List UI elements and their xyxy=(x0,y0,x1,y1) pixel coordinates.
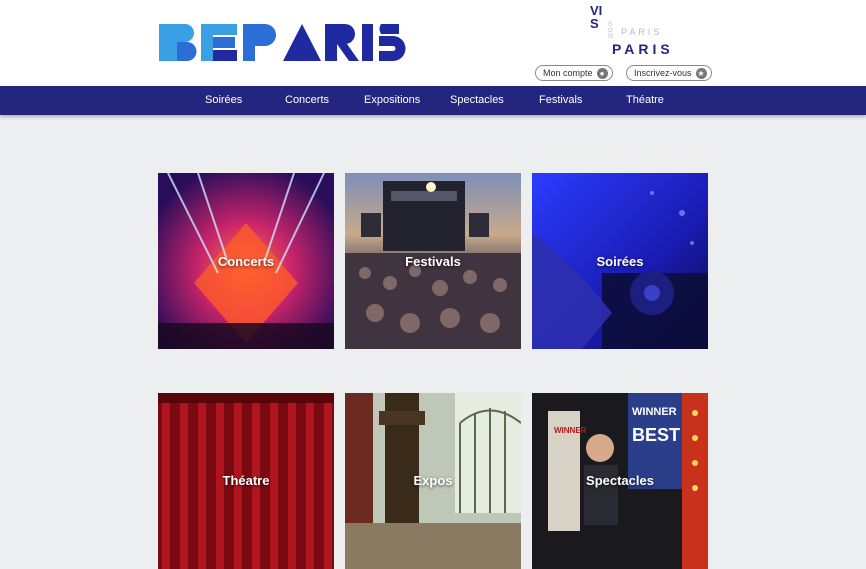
tagline-paris-big: PARIS xyxy=(612,41,674,57)
user-icon: ● xyxy=(596,67,608,79)
star-icon: ★ xyxy=(695,67,707,79)
signup-button[interactable]: Inscrivez-vous ★ xyxy=(626,65,712,81)
category-card-theatre[interactable]: Théatre xyxy=(158,393,334,569)
card-label: Théatre xyxy=(222,473,270,488)
category-card-festivals[interactable]: Festivals xyxy=(345,173,521,349)
nav-item-concerts[interactable]: Concerts xyxy=(285,86,329,115)
svg-text:WINNER: WINNER xyxy=(554,426,587,435)
category-card-concerts[interactable]: Concerts xyxy=(158,173,334,349)
vis-sois-paris-tagline: VIS SOIS PARIS PARIS xyxy=(590,4,710,60)
nav-item-festivals[interactable]: Festivals xyxy=(539,86,582,115)
category-card-expos[interactable]: Expos xyxy=(345,393,521,569)
svg-text:WINNER: WINNER xyxy=(632,406,677,418)
account-button[interactable]: Mon compte ● xyxy=(535,65,613,81)
card-label: Expos xyxy=(413,473,453,488)
card-label: Soirées xyxy=(596,254,644,269)
site-header: VIS SOIS PARIS PARIS Mon compte ● Inscri… xyxy=(0,0,866,86)
beparis-logo[interactable] xyxy=(159,24,409,61)
main-nav: Soirées Concerts Expositions Spectacles … xyxy=(0,86,866,115)
tagline-vis: VIS xyxy=(590,3,603,31)
card-label: Concerts xyxy=(217,254,275,269)
card-label: Festivals xyxy=(405,254,461,269)
tagline-paris-small: PARIS xyxy=(621,27,663,37)
svg-text:BEST: BEST xyxy=(632,425,680,445)
nav-item-spectacles[interactable]: Spectacles xyxy=(450,86,504,115)
category-card-spectacles[interactable]: WINNER BEST WINNER Spectacles xyxy=(532,393,708,569)
nav-item-expositions[interactable]: Expositions xyxy=(364,86,420,115)
nav-item-theatre[interactable]: Théatre xyxy=(626,86,664,115)
tagline-sois: SOIS xyxy=(608,22,614,40)
account-label: Mon compte xyxy=(543,68,593,78)
signup-label: Inscrivez-vous xyxy=(634,68,692,78)
nav-item-soirees[interactable]: Soirées xyxy=(205,86,242,115)
card-label: Spectacles xyxy=(586,473,654,488)
category-card-soirees[interactable]: Soirées xyxy=(532,173,708,349)
